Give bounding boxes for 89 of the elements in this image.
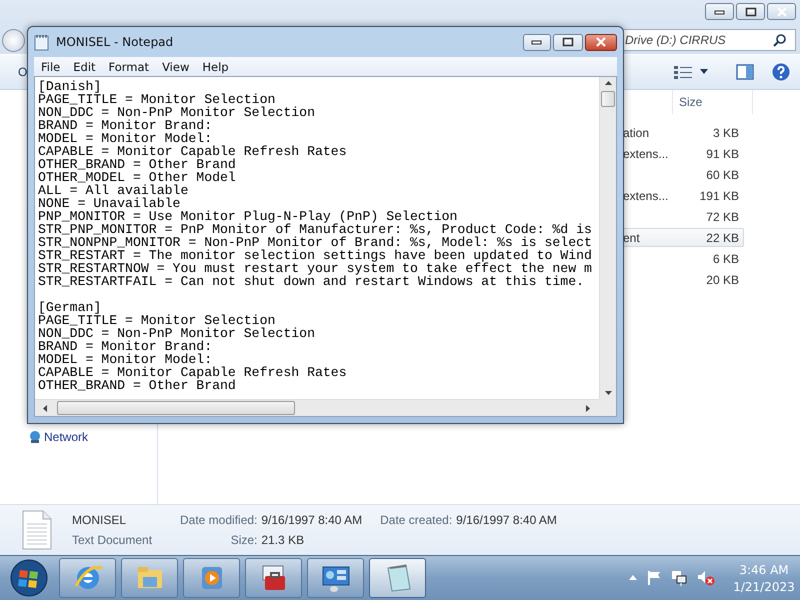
speaker-muted-icon[interactable]: [697, 570, 715, 586]
file-type: ent: [623, 230, 641, 244]
text-line: OTHER_BRAND = Other Brand: [38, 379, 237, 392]
taskbar-button[interactable]: [245, 558, 302, 598]
text-line: [Danish]: [38, 80, 102, 93]
menu-item[interactable]: Edit: [68, 60, 101, 74]
text-line: NON_DDC = Non-PnP Monitor Selection: [38, 327, 316, 340]
text-line: OTHER_MODEL = Other Model: [38, 171, 237, 184]
notepad-icon: [34, 34, 50, 50]
text-line: STR_RESTARTNOW = You must restart your system to take effect the new m: [38, 262, 593, 275]
text-line: MODEL = Monitor Model:: [38, 132, 212, 145]
detail-label: Date created:: [380, 513, 452, 527]
taskbar-button[interactable]: [121, 558, 178, 598]
start-button[interactable]: [8, 558, 50, 598]
taskbar-button[interactable]: [369, 558, 426, 598]
file-type: extens...: [623, 146, 670, 160]
taskbar-button[interactable]: [307, 558, 364, 598]
caret-up-icon[interactable]: [629, 575, 637, 581]
file-icon: [22, 510, 52, 550]
help-icon[interactable]: [772, 63, 790, 81]
text-line: PAGE_TITLE = Monitor Selection: [38, 314, 276, 327]
file-size: 22 KB: [705, 230, 739, 244]
scroll-thumb[interactable]: [601, 91, 615, 107]
text-line: MODEL = Monitor Model:: [38, 353, 212, 366]
text-line: PNP_MONITOR = Use Monitor Plug-N-Play (PnP) Selection: [38, 210, 458, 223]
search-icon[interactable]: [773, 33, 787, 47]
file-size: 60 KB: [705, 168, 739, 182]
detail-value: 9/16/1997 8:40 AM: [456, 513, 557, 527]
selected-row[interactable]: ent 22 KB: [622, 228, 744, 247]
text-line: OTHER_BRAND = Other Brand: [38, 158, 237, 171]
text-line: STR_RESTART = The monitor selection settings have been updated to Wind: [38, 249, 593, 262]
address-field[interactable]: Drive (D:) CIRRUS: [624, 29, 796, 51]
file-type: extens...: [623, 188, 670, 202]
text-line: BRAND = Monitor Brand:: [38, 119, 214, 132]
menu-item[interactable]: Help: [197, 60, 234, 74]
taskbar-button[interactable]: [59, 558, 116, 598]
maximize-button[interactable]: [553, 34, 583, 50]
text-line: STR_RESTARTFAIL = Can not shut down and restart Windows at this time.: [38, 275, 586, 288]
text-line: STR_PNP_MONITOR = PnP Monitor of Manufacturer: %s, Product Code: %d is: [38, 223, 593, 236]
file-size: 3 KB: [712, 126, 739, 140]
address-text: Drive (D:) CIRRUS: [625, 33, 726, 47]
caret-icon[interactable]: [700, 69, 708, 75]
detail-label: Date modified:: [180, 513, 258, 527]
close-icon: [595, 37, 607, 47]
file-type: ation: [623, 126, 650, 140]
file-type: Text Document: [72, 533, 154, 547]
close-button[interactable]: [585, 34, 617, 50]
file-name: MONISEL: [72, 513, 128, 527]
text-line: CAPABLE = Monitor Capable Refresh Rates: [38, 145, 348, 158]
scroll-thumb[interactable]: [57, 401, 295, 415]
file-size: 191 KB: [698, 188, 739, 202]
nav-item[interactable]: Network: [44, 430, 88, 444]
toolbar-label[interactable]: O: [18, 65, 28, 79]
text-line: CAPABLE = Monitor Capable Refresh Rates: [38, 366, 348, 379]
text-line: ALL = All available: [38, 184, 190, 197]
close-icon: [776, 6, 788, 16]
maximize-icon: [744, 6, 756, 16]
text-line: [German]: [38, 301, 102, 314]
file-size: 6 KB: [712, 252, 739, 266]
menu-item[interactable]: View: [157, 60, 194, 74]
text-line: BRAND = Monitor Brand:: [38, 340, 214, 353]
menu-item[interactable]: Format: [104, 60, 154, 74]
view-list-icon[interactable]: [674, 65, 694, 79]
text-line: NON_DDC = Non-PnP Monitor Selection: [38, 106, 316, 119]
column-header[interactable]: Size: [672, 90, 752, 114]
menu-item[interactable]: File: [36, 60, 66, 74]
text-line: PAGE_TITLE = Monitor Selection: [38, 93, 276, 106]
network-icon[interactable]: [28, 431, 42, 443]
minimize-button[interactable]: [523, 34, 551, 50]
file-size: 72 KB: [705, 210, 739, 224]
detail-value: 9/16/1997 8:40 AM: [261, 513, 362, 527]
minimize-button[interactable]: [705, 3, 734, 20]
file-size: 91 KB: [705, 146, 739, 160]
network-icon[interactable]: [671, 570, 687, 586]
detail-label: Size:: [230, 533, 258, 547]
back-button[interactable]: [2, 28, 25, 52]
preview-pane-icon[interactable]: [736, 64, 754, 80]
detail-value: 21.3 KB: [261, 533, 306, 547]
minimize-icon: [531, 39, 543, 45]
flag-icon[interactable]: [647, 570, 661, 586]
window-title: MONISEL - Notepad: [56, 35, 174, 49]
maximize-button[interactable]: [736, 3, 765, 20]
taskbar-button[interactable]: [183, 558, 240, 598]
text-line: NONE = Unavailable: [38, 197, 181, 210]
close-button[interactable]: [767, 3, 796, 20]
maximize-icon: [562, 37, 574, 47]
file-size: 20 KB: [705, 272, 739, 286]
text-line: STR_NONPNP_MONITOR = Non-PnP Monitor of Brand: %s, Model: %s is select: [38, 236, 593, 249]
minimize-icon: [714, 8, 726, 14]
